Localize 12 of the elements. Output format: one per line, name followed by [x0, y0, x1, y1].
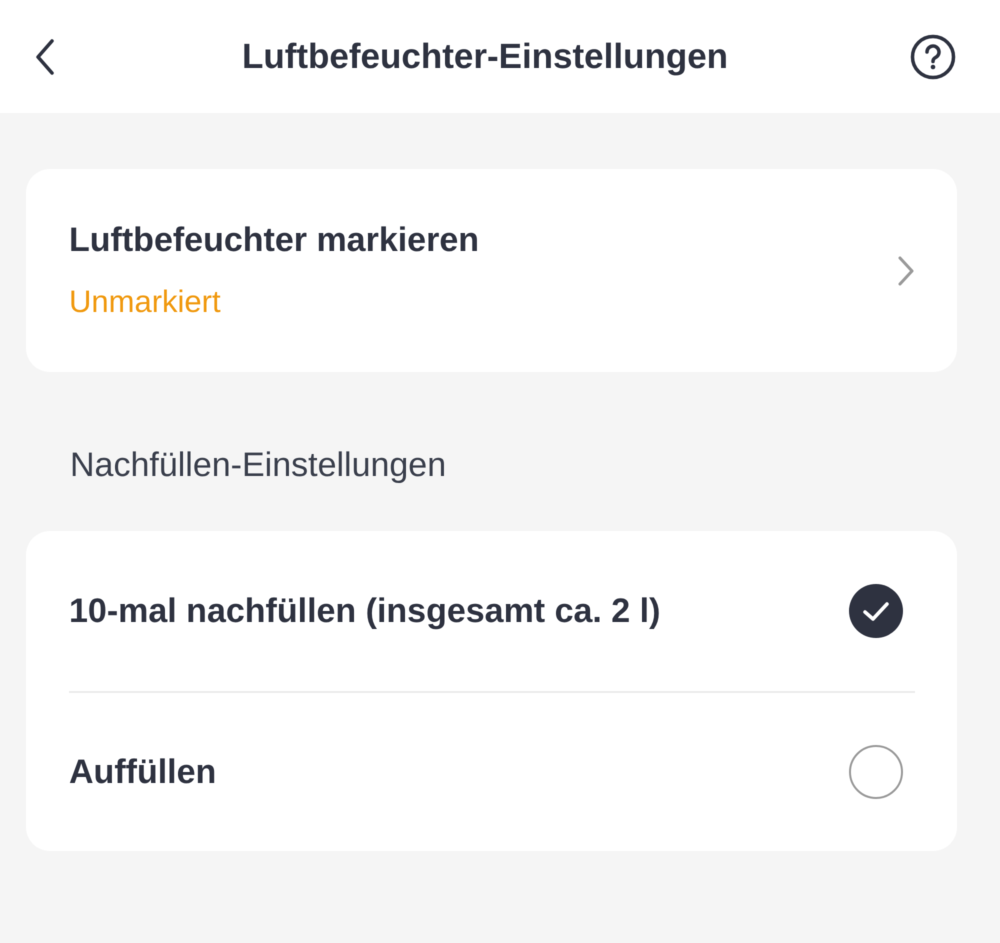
chevron-icon [897, 254, 915, 286]
setting-status: Unmarkiert [69, 284, 222, 320]
setting-title: Luftbefeuchter markieren [69, 221, 479, 260]
refill-option[interactable]: Auffüllen [69, 691, 915, 851]
section-heading: Nachfüllen-Einstellungen [69, 445, 448, 486]
help-button[interactable] [910, 34, 956, 80]
help-icon [910, 34, 956, 80]
option-label: Auffüllen [69, 752, 216, 792]
page-title: Luftbefeuchter-Einstellungen [242, 36, 728, 76]
refill-option[interactable]: 10-mal nachfüllen (insgesamt ca. 2 l) [69, 531, 915, 691]
option-label: 10-mal nachfüllen (insgesamt ca. 2 l) [69, 592, 660, 630]
mark-setting-card[interactable]: Luftbefeuchter markieren Unmarkiert [26, 169, 957, 372]
